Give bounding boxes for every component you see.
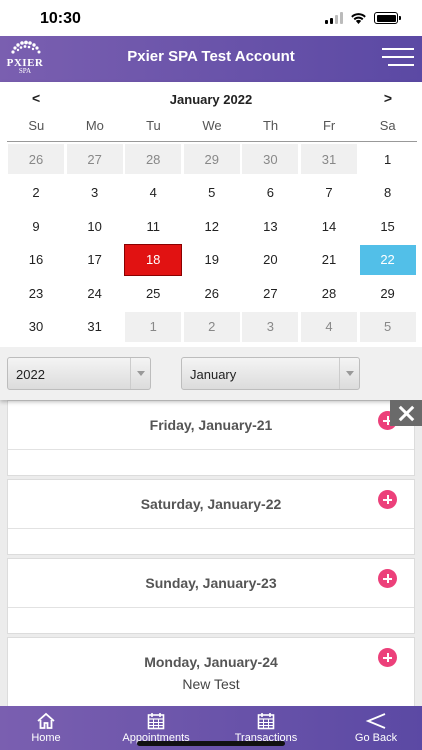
status-bar: 10:30 <box>0 0 422 36</box>
calendar-day[interactable]: 12 <box>182 210 241 243</box>
weekday-label: Sa <box>379 118 396 133</box>
weekday-label: Mo <box>85 118 104 133</box>
calendar-day[interactable]: 31 <box>299 143 358 175</box>
calendar-day[interactable]: 24 <box>65 277 124 310</box>
header-title: Pxier SPA Test Account <box>127 48 295 65</box>
month-select-value: January <box>190 367 237 382</box>
home-icon <box>37 712 55 729</box>
close-calendar-icon[interactable] <box>390 400 422 426</box>
calendar-day[interactable]: 10 <box>65 210 124 243</box>
month-select[interactable]: January <box>181 357 360 390</box>
day-date-label: Saturday, January-22 <box>140 496 282 512</box>
calendar-day[interactable]: 29 <box>358 277 417 310</box>
appointment-title[interactable]: New Test <box>8 676 414 692</box>
day-card: Saturday, January-22 <box>7 479 415 555</box>
calendar-day[interactable]: 5 <box>182 176 241 209</box>
day-appointments <box>8 528 414 554</box>
year-select-value: 2022 <box>16 367 45 382</box>
next-month-button[interactable]: > <box>384 90 392 106</box>
day-date-label: Monday, January-24 <box>144 654 278 670</box>
calendar-day[interactable]: 27 <box>65 143 124 175</box>
calendar-day[interactable]: 17 <box>65 243 124 276</box>
calendar-day[interactable]: 3 <box>241 310 300 343</box>
calendar-footer: 2022 January <box>0 347 422 400</box>
calendar-day[interactable]: 2 <box>7 176 65 209</box>
calendar-day[interactable]: 5 <box>358 310 417 343</box>
add-appointment-icon[interactable] <box>378 648 397 667</box>
logo-subtext: SPA <box>18 67 32 75</box>
calendar-day[interactable]: 26 <box>182 277 241 310</box>
wifi-icon <box>351 13 366 24</box>
calendar-day[interactable]: 4 <box>124 176 183 209</box>
weekday-label: We <box>202 118 222 133</box>
calendar-day[interactable]: 8 <box>358 176 417 209</box>
calendar-day-selected[interactable]: 22 <box>358 243 417 276</box>
calendar-day[interactable]: 9 <box>7 210 65 243</box>
day-card: Sunday, January-23 <box>7 558 415 634</box>
weekday-label: Su <box>28 118 45 133</box>
add-appointment-icon[interactable] <box>378 569 397 588</box>
home-indicator[interactable] <box>137 741 285 746</box>
calendar-day[interactable]: 23 <box>7 277 65 310</box>
calendar-day[interactable]: 1 <box>358 143 417 175</box>
calendar-day[interactable]: 15 <box>358 210 417 243</box>
calendar-month-title: January 2022 <box>169 92 253 107</box>
weekday-label: Tu <box>146 118 161 133</box>
nav-appointments[interactable]: Appointments <box>112 712 200 744</box>
calendar-day[interactable]: 30 <box>7 310 65 343</box>
calendar-day[interactable]: 13 <box>241 210 300 243</box>
calendar-day[interactable]: 19 <box>182 243 241 276</box>
calendar-day[interactable]: 11 <box>124 210 183 243</box>
calendar-day[interactable]: 14 <box>299 210 358 243</box>
battery-icon <box>374 12 401 24</box>
chevron-down-icon <box>130 358 150 389</box>
nav-go-back[interactable]: Go Back <box>346 712 406 744</box>
chevron-down-icon <box>339 358 359 389</box>
calendar-day[interactable]: 4 <box>299 310 358 343</box>
hamburger-menu-icon[interactable] <box>382 46 414 68</box>
weekday-label: Th <box>262 118 279 133</box>
nav-home[interactable]: Home <box>26 712 66 744</box>
calendar-day[interactable]: 25 <box>124 277 183 310</box>
calendar-day[interactable]: 26 <box>7 143 65 175</box>
calendar-day[interactable]: 29 <box>182 143 241 175</box>
calendar-day[interactable]: 28 <box>299 277 358 310</box>
year-select[interactable]: 2022 <box>7 357 151 390</box>
calendar-day[interactable]: 2 <box>182 310 241 343</box>
date-picker-calendar: < January 2022 > Su Mo Tu We Th Fr Sa 26… <box>0 82 422 400</box>
calendar-icon <box>147 713 165 730</box>
day-date-label: Friday, January-21 <box>149 417 273 433</box>
nav-transactions[interactable]: Transactions <box>226 712 306 744</box>
calendar-day[interactable]: 28 <box>124 143 183 175</box>
calendar-icon <box>257 713 275 730</box>
calendar-day[interactable]: 6 <box>241 176 300 209</box>
weekday-label: Fr <box>322 118 336 133</box>
day-appointments <box>8 607 414 633</box>
chevron-left-icon <box>365 713 386 729</box>
day-card: Monday, January-24 New Test <box>7 637 415 717</box>
weekday-header: Su Mo Tu We Th Fr Sa <box>7 118 417 142</box>
cellular-signal-icon <box>325 12 343 24</box>
calendar-day-today[interactable]: 18 <box>124 243 183 276</box>
status-icons <box>325 12 401 24</box>
calendar-day[interactable]: 30 <box>241 143 300 175</box>
day-date-label: Sunday, January-23 <box>145 575 277 591</box>
calendar-day[interactable]: 27 <box>241 277 300 310</box>
calendar-day[interactable]: 16 <box>7 243 65 276</box>
nav-home-label: Home <box>31 732 61 744</box>
app-header: PXIER SPA Pxier SPA Test Account <box>0 36 422 82</box>
calendar-day[interactable]: 20 <box>241 243 300 276</box>
calendar-day[interactable]: 21 <box>299 243 358 276</box>
calendar-days-grid: 26 27 28 29 30 31 1 2 3 4 5 6 7 8 9 10 11 12 13 14 15 16 17 18 1… <box>7 143 417 343</box>
add-appointment-icon[interactable] <box>378 490 397 509</box>
day-appointments <box>8 449 414 475</box>
calendar-day[interactable]: 31 <box>65 310 124 343</box>
day-card: Friday, January-21 <box>7 400 415 476</box>
status-time: 10:30 <box>40 10 81 27</box>
calendar-day[interactable]: 3 <box>65 176 124 209</box>
calendar-day[interactable]: 1 <box>124 310 183 343</box>
nav-go-back-label: Go Back <box>354 732 398 744</box>
calendar-day[interactable]: 7 <box>299 176 358 209</box>
